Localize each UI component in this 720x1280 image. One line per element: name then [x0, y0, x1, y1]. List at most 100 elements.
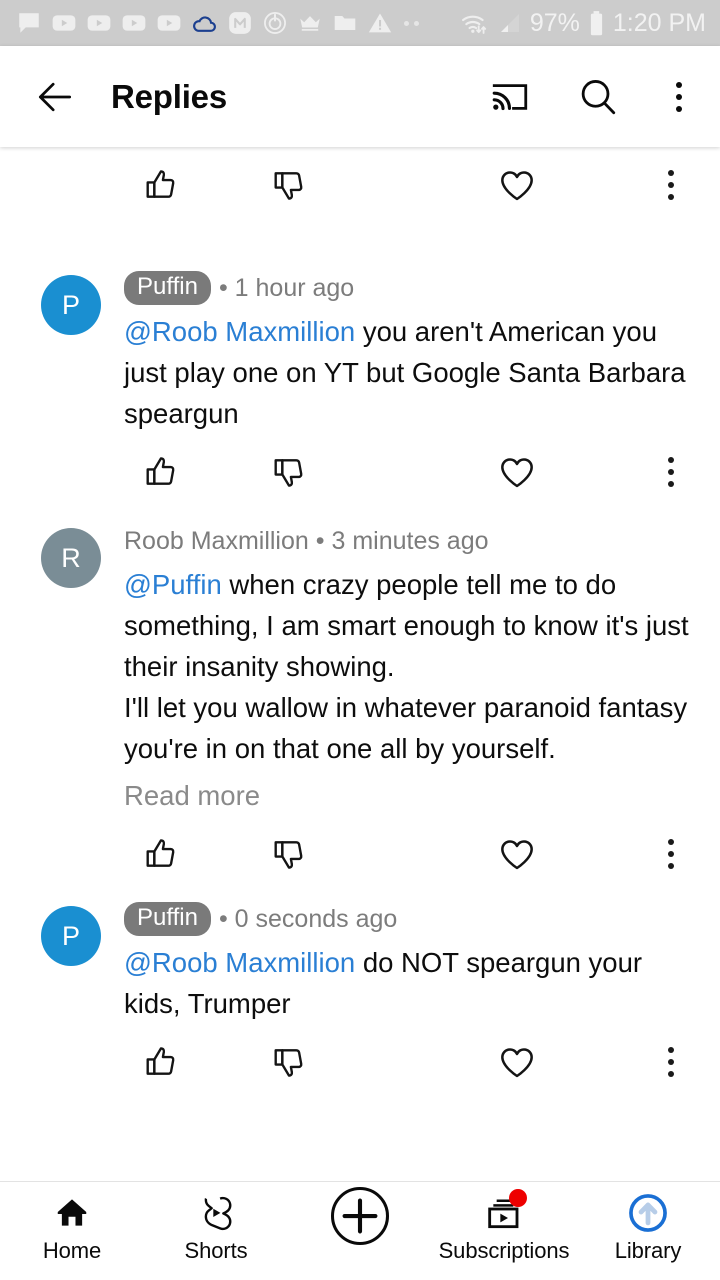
kebab-menu-icon [656, 1034, 686, 1090]
youtube-play-icon [121, 10, 147, 36]
nav-label-home: Home [42, 1238, 102, 1263]
folder-icon [332, 10, 358, 36]
comment-body: Puffin • 0 seconds ago @Roob Maxmillion … [124, 900, 702, 1100]
home-icon [53, 1190, 91, 1236]
comment-partial-top [0, 147, 720, 223]
dislike-button[interactable] [254, 440, 324, 504]
youtube-play-icon [86, 10, 112, 36]
power-timer-icon [262, 10, 288, 36]
nav-item-shorts[interactable]: Shorts [144, 1190, 288, 1262]
nav-item-library[interactable]: Library [576, 1190, 720, 1262]
cast-button[interactable] [486, 73, 534, 121]
author-badge[interactable]: Puffin [124, 271, 211, 305]
mention-link[interactable]: @Roob Maxmillion [124, 316, 355, 347]
subscriptions-badge-dot [509, 1189, 527, 1207]
shorts-icon [197, 1190, 235, 1236]
heart-button[interactable] [482, 822, 552, 886]
app-bar-actions [486, 73, 696, 121]
battery-icon [587, 10, 606, 37]
crown-icon [297, 10, 323, 36]
thumbs-up-icon [146, 839, 175, 867]
status-bar-system-icons: 97% 1:20 PM [460, 10, 706, 37]
comment-body: Puffin • 1 hour ago @Roob Maxmillion you… [124, 269, 702, 510]
like-button[interactable] [126, 822, 196, 886]
youtube-play-icon [51, 10, 77, 36]
author-name[interactable]: Roob Maxmillion [124, 528, 309, 554]
comment-timestamp: • 0 seconds ago [218, 904, 398, 933]
library-icon [626, 1190, 670, 1236]
heart-button[interactable] [482, 153, 552, 217]
avatar-column: R [18, 522, 124, 892]
comment-action-row [124, 1024, 696, 1100]
heart-icon [501, 458, 533, 488]
comment-overflow-button[interactable] [648, 1030, 694, 1094]
avatar[interactable]: P [41, 906, 101, 966]
avatar-spacer [18, 147, 124, 223]
nav-item-create[interactable] [288, 1186, 432, 1246]
chat-bubble-icon [16, 10, 42, 36]
more-dots-icon [402, 20, 421, 26]
search-button[interactable] [574, 73, 622, 121]
like-button[interactable] [126, 440, 196, 504]
replies-thread[interactable]: P Puffin • 1 hour ago @Roob Maxmillion y… [0, 147, 720, 1182]
subscriptions-icon [484, 1189, 527, 1236]
nav-label-library: Library [614, 1238, 682, 1263]
youtube-play-icon [156, 10, 182, 36]
comment-overflow-button[interactable] [648, 822, 694, 886]
avatar[interactable]: R [41, 528, 101, 588]
back-arrow-icon [38, 82, 72, 111]
mention-link[interactable]: @Puffin [124, 569, 222, 600]
heart-icon [501, 1048, 533, 1078]
overflow-menu-button[interactable] [662, 73, 696, 121]
comment-overflow-button[interactable] [648, 153, 694, 217]
read-more-button[interactable]: Read more [124, 775, 696, 816]
avatar-column: P [18, 269, 124, 510]
wifi-transfer-icon [460, 10, 490, 36]
thumbs-down-icon [274, 841, 303, 869]
status-bar: 97% 1:20 PM [0, 0, 720, 46]
thumbs-down-icon [274, 1049, 303, 1077]
nav-label-subscriptions: Subscriptions [438, 1238, 570, 1263]
battery-percent-label: 97% [529, 8, 580, 37]
heart-button[interactable] [482, 1030, 552, 1094]
comment-meta: Puffin • 0 seconds ago [124, 898, 696, 940]
thumbs-up-icon [146, 170, 175, 198]
warning-triangle-icon [367, 10, 393, 36]
nav-item-home[interactable]: Home [0, 1190, 144, 1262]
dislike-button[interactable] [254, 1030, 324, 1094]
comment-overflow-button[interactable] [648, 440, 694, 504]
mention-link[interactable]: @Roob Maxmillion [124, 947, 355, 978]
heart-icon [501, 840, 533, 870]
youtube-replies-screen: 97% 1:20 PM Replies P Puffin • 1 hour ag… [0, 0, 720, 1280]
comment-action-row [124, 816, 696, 892]
kebab-menu-icon [656, 826, 686, 882]
author-badge[interactable]: Puffin [124, 902, 211, 936]
kebab-menu-icon [676, 81, 682, 88]
comment-body: Roob Maxmillion • 3 minutes ago @Puffin … [124, 522, 702, 892]
comment-body [124, 147, 702, 223]
avatar-column: P [18, 900, 124, 1100]
kebab-menu-icon [656, 444, 686, 500]
like-button[interactable] [126, 153, 196, 217]
heart-button[interactable] [482, 440, 552, 504]
comment-timestamp: • 3 minutes ago [315, 526, 489, 555]
comment-meta: Roob Maxmillion • 3 minutes ago [124, 520, 696, 562]
comment-timestamp: • 1 hour ago [218, 273, 355, 302]
like-button[interactable] [126, 1030, 196, 1094]
comment-item: R Roob Maxmillion • 3 minutes ago @Puffi… [0, 522, 720, 892]
cellular-signal-icon [497, 11, 523, 35]
comment-action-row [124, 434, 696, 510]
comment-text: @Roob Maxmillion you aren't American you… [124, 311, 696, 434]
comment-text: @Roob Maxmillion do NOT speargun your ki… [124, 942, 696, 1024]
back-button[interactable] [28, 70, 82, 124]
dislike-button[interactable] [254, 822, 324, 886]
comment-item: P Puffin • 0 seconds ago @Roob Maxmillio… [0, 900, 720, 1100]
nav-label-shorts: Shorts [184, 1238, 248, 1263]
thumbs-down-icon [274, 459, 303, 487]
app-bar: Replies [0, 46, 720, 147]
clock-label: 1:20 PM [612, 8, 706, 37]
status-bar-notification-icons [16, 10, 460, 37]
dislike-button[interactable] [254, 153, 324, 217]
avatar[interactable]: P [41, 275, 101, 335]
nav-item-subscriptions[interactable]: Subscriptions [432, 1189, 576, 1263]
